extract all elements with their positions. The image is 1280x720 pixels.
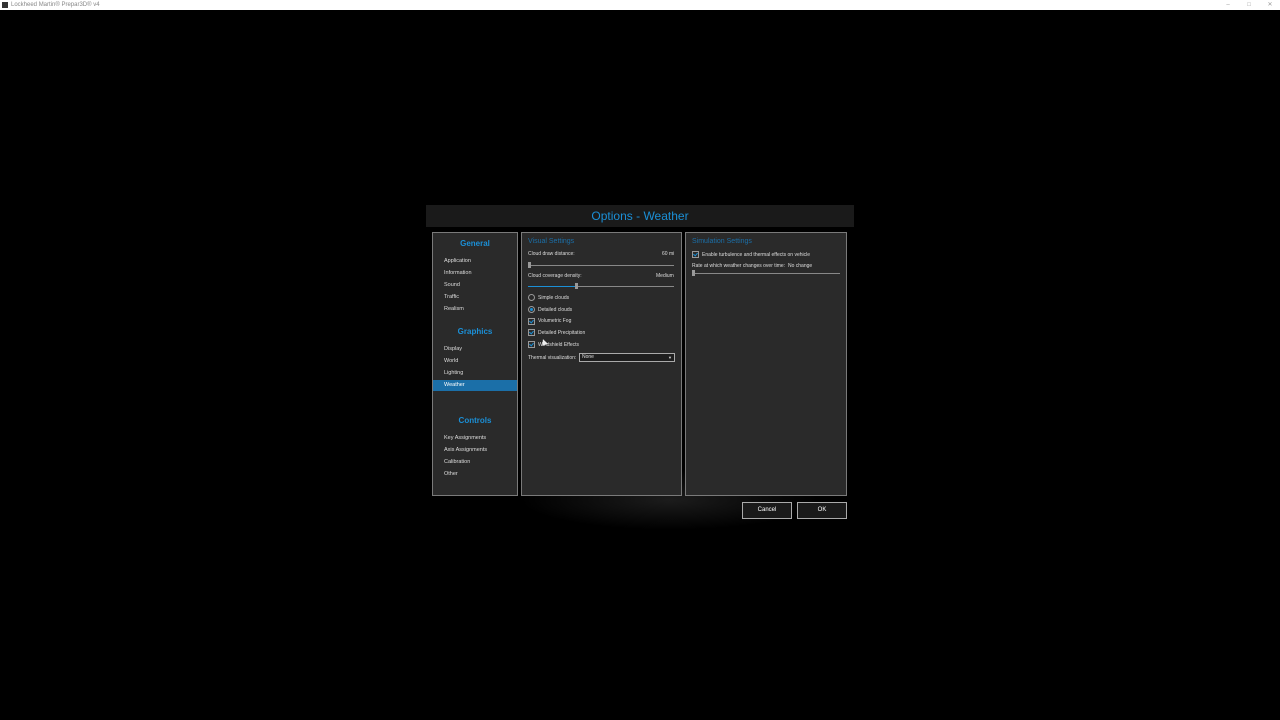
nav-item-lighting[interactable]: Lighting [433, 368, 517, 379]
nav-item-sound[interactable]: Sound [433, 280, 517, 291]
cloud-draw-distance-value: 60 mi [662, 251, 675, 257]
weather-rate-label: Rate at which weather changes over time: [692, 263, 786, 269]
options-nav-panel: General Application Information Sound Tr… [432, 232, 518, 496]
turbulence-label: Enable turbulence and thermal effects on… [702, 252, 811, 258]
cancel-button[interactable]: Cancel [742, 502, 792, 519]
close-icon[interactable]: ✕ [1264, 0, 1276, 10]
nav-header-general: General [460, 239, 490, 248]
cloud-draw-distance-thumb[interactable] [528, 262, 531, 268]
cloud-coverage-label: Cloud coverage density: [528, 273, 582, 279]
windshield-effects-checkbox[interactable] [528, 341, 535, 348]
weather-rate-thumb[interactable] [692, 270, 695, 276]
thermal-visualization-value: None [582, 354, 594, 360]
turbulence-checkbox[interactable] [692, 251, 699, 258]
nav-item-key-assignments[interactable]: Key Assignments [433, 433, 517, 444]
dialog-title: Options - Weather [426, 205, 854, 227]
nav-item-realism[interactable]: Realism [433, 304, 517, 315]
detailed-precipitation-label: Detailed Precipitation [538, 330, 586, 336]
detailed-precipitation-checkbox[interactable] [528, 329, 535, 336]
detailed-clouds-label: Detailed clouds [538, 307, 573, 313]
nav-header-graphics: Graphics [457, 327, 493, 336]
ok-button[interactable]: OK [797, 502, 847, 519]
minimize-icon[interactable]: – [1222, 0, 1234, 10]
nav-item-axis-assignments[interactable]: Axis Assignments [433, 445, 517, 456]
cloud-draw-distance-label: Cloud draw distance: [528, 251, 575, 257]
simple-clouds-label: Simple clouds [538, 295, 570, 301]
weather-rate-value: No change [788, 263, 813, 269]
weather-rate-slider[interactable] [692, 273, 840, 274]
detailed-clouds-radio[interactable] [528, 306, 535, 313]
volumetric-fog-label: Volumetric Fog [538, 318, 572, 324]
nav-header-controls: Controls [458, 416, 492, 425]
nav-item-world[interactable]: World [433, 356, 517, 367]
nav-item-traffic[interactable]: Traffic [433, 292, 517, 303]
nav-item-information[interactable]: Information [433, 268, 517, 279]
nav-item-calibration[interactable]: Calibration [433, 457, 517, 468]
visual-settings-title: Visual Settings [528, 238, 575, 245]
window-titlebar: Lockheed Martin® Prepar3D® v4 – □ ✕ [0, 0, 1280, 10]
nav-item-display[interactable]: Display [433, 344, 517, 355]
app-icon [2, 2, 8, 8]
cloud-coverage-thumb[interactable] [575, 283, 578, 289]
thermal-visualization-select[interactable]: None ▼ [579, 353, 675, 362]
nav-item-other[interactable]: Other [433, 469, 517, 480]
cloud-coverage-value: Medium [656, 273, 674, 279]
thermal-visualization-label: Thermal visualization: [528, 355, 577, 361]
chevron-down-icon: ▼ [668, 355, 672, 360]
volumetric-fog-checkbox[interactable] [528, 318, 535, 325]
simulation-settings-title: Simulation Settings [692, 238, 752, 245]
simple-clouds-radio[interactable] [528, 294, 535, 301]
nav-item-application[interactable]: Application [433, 256, 517, 267]
window-title: Lockheed Martin® Prepar3D® v4 [11, 2, 100, 8]
visual-settings-panel: Visual Settings [521, 232, 682, 496]
maximize-icon[interactable]: □ [1243, 0, 1255, 10]
cloud-coverage-fill [528, 286, 576, 287]
cloud-draw-distance-slider[interactable] [528, 265, 674, 266]
nav-item-weather[interactable]: Weather [433, 380, 517, 391]
simulation-settings-panel: Simulation Settings [685, 232, 847, 496]
